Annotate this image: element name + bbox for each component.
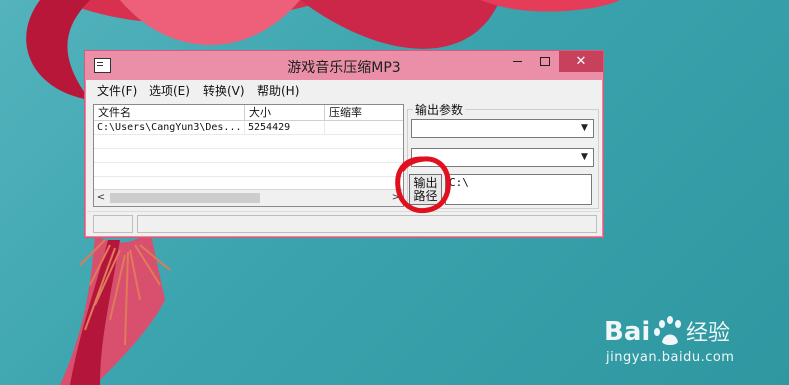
chevron-down-icon[interactable]: ▼ [577,150,592,165]
watermark-url: jingyan.baidu.com [606,350,735,365]
svg-text:经验: 经验 [686,321,730,346]
menu-bar: 文件(F) 选项(E) 转换(V) 帮助(H) [87,80,601,100]
column-size[interactable]: 大小 [245,105,325,120]
output-format-combo[interactable]: ▼ [411,119,594,138]
baidu-watermark: Bai 经验 jingyan.baidu.com [600,310,770,375]
cell-filename: C:\Users\CangYun3\Des... [94,121,245,134]
menu-convert[interactable]: 转换(V) [203,82,245,99]
scroll-thumb[interactable] [110,193,260,203]
table-row [94,149,403,163]
table-row[interactable]: C:\Users\CangYun3\Des... 5254429 [94,121,403,135]
app-window: 游戏音乐压缩MP3 ✕ 文件(F) 选项(E) 转换(V) 帮助(H) 文件名 … [84,50,604,238]
scroll-left-arrow[interactable]: < [94,190,108,206]
red-annotation-circle [395,156,451,214]
cell-ratio [325,121,403,134]
horizontal-scrollbar[interactable]: < > [94,189,403,206]
chevron-down-icon[interactable]: ▼ [577,121,592,136]
title-bar[interactable]: 游戏音乐压缩MP3 ✕ [85,51,603,80]
file-list-header: 文件名 大小 压缩率 [94,105,403,121]
status-bar [87,211,601,236]
svg-text:Bai: Bai [604,317,650,347]
cell-size: 5254429 [245,121,325,134]
baidu-logo-icon: Bai 经验 [604,316,730,347]
menu-file[interactable]: 文件(F) [97,82,137,99]
file-list[interactable]: 文件名 大小 压缩率 C:\Users\CangYun3\Des... 5254… [93,104,404,207]
column-ratio[interactable]: 压缩率 [325,105,403,120]
status-panel-main [137,215,597,233]
maximize-button[interactable] [531,51,559,72]
maximize-icon [540,57,550,66]
table-row [94,135,403,149]
menu-help[interactable]: 帮助(H) [257,82,299,99]
close-button[interactable]: ✕ [559,51,603,72]
menu-options[interactable]: 选项(E) [149,82,190,99]
table-row [94,163,403,177]
column-filename[interactable]: 文件名 [94,105,245,120]
minimize-icon [512,61,522,62]
output-params-label: 输出参数 [413,101,466,118]
minimize-button[interactable] [503,51,531,72]
status-panel-left [93,215,133,233]
output-path-field[interactable]: C:\ [445,174,592,205]
